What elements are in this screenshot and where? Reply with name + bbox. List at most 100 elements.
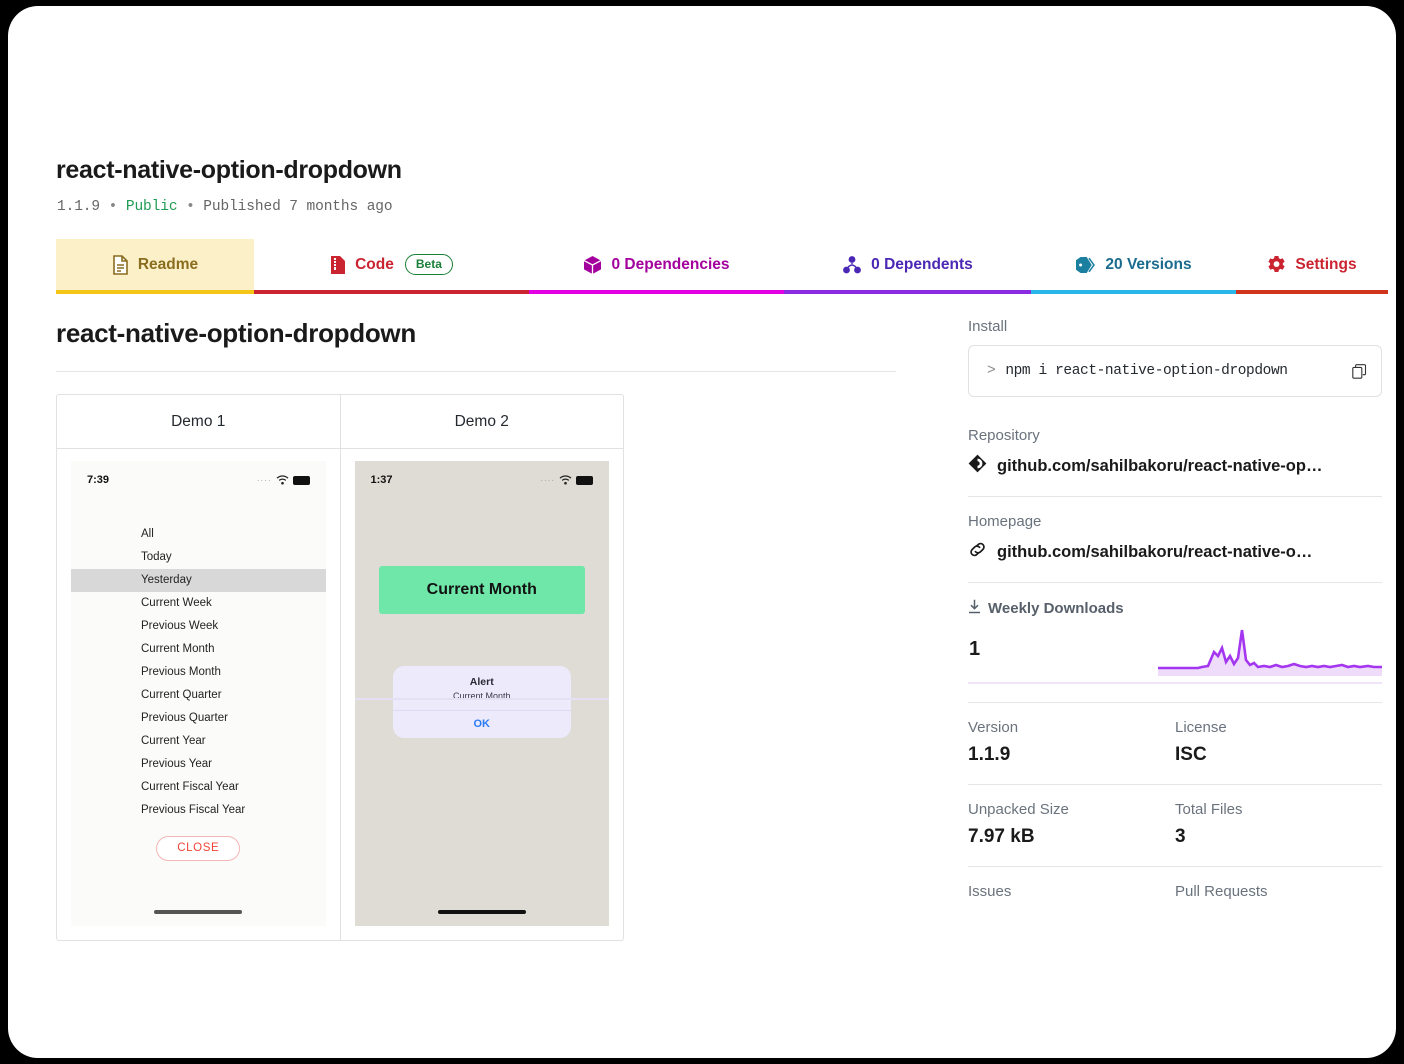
tab-readme-underline xyxy=(56,290,254,294)
demo2-status-icons: ···· xyxy=(540,475,593,485)
version-label: Version xyxy=(968,719,1019,736)
demo1-option-item[interactable]: Yesterday xyxy=(71,569,326,592)
unpacked-size-label: Unpacked Size xyxy=(968,801,1069,818)
unpacked-size-block: Unpacked Size 7.97 kB xyxy=(968,801,1175,848)
demo2-phone-screenshot: 1:37 ···· Current Month Alert Current Mo… xyxy=(354,461,610,926)
total-files-label: Total Files xyxy=(1175,801,1243,818)
homepage-url: github.com/sahilbakoru/react-native-o… xyxy=(997,542,1313,561)
readme-content: react-native-option-dropdown Demo 1 Demo… xyxy=(56,318,896,941)
tab-code[interactable]: Code Beta xyxy=(254,239,529,294)
tab-dependents-label: 0 Dependents xyxy=(871,255,973,273)
tag-icon xyxy=(1075,256,1096,274)
pull-requests-label: Pull Requests xyxy=(1175,883,1268,900)
demo1-phone-screenshot: 7:39 ···· All Today Yesterday Current Week P… xyxy=(71,461,326,926)
license-label: License xyxy=(1175,719,1227,736)
tab-settings[interactable]: Settings xyxy=(1236,239,1388,294)
tab-readme-label: Readme xyxy=(137,255,199,273)
demo1-option-item[interactable]: Previous Week xyxy=(71,615,326,638)
signal-icon: ···· xyxy=(540,475,555,485)
demo1-option-item[interactable]: Current Fiscal Year xyxy=(71,776,326,799)
version-block: Version 1.1.9 xyxy=(968,719,1175,766)
demo-table: Demo 1 Demo 2 7:39 ···· All Today Yester… xyxy=(56,394,624,941)
sidebar-divider-4 xyxy=(968,784,1382,785)
code-file-icon xyxy=(330,255,346,275)
tab-bar: Readme Code Beta 0 Dependencies 0 Depend… xyxy=(56,239,1388,294)
demo1-status-icons: ···· xyxy=(257,475,310,485)
weekly-downloads-chart-area: 1 xyxy=(968,622,1382,684)
total-files-block: Total Files 3 xyxy=(1175,801,1382,848)
readme-doc-icon xyxy=(112,254,129,275)
battery-icon xyxy=(292,475,310,485)
copy-icon[interactable] xyxy=(1352,363,1367,379)
demo1-home-indicator xyxy=(154,910,243,914)
demo-table-body-row: 7:39 ···· All Today Yesterday Current Week P… xyxy=(57,449,623,940)
tab-dependents[interactable]: 0 Dependents xyxy=(784,239,1031,294)
tab-versions[interactable]: 20 Versions xyxy=(1031,239,1236,294)
demo1-option-item[interactable]: Current Week xyxy=(71,592,326,615)
demo1-option-item[interactable]: All xyxy=(71,523,326,546)
repository-section: Repository github.com/sahilbakoru/react-… xyxy=(968,427,1382,478)
tab-versions-underline xyxy=(1031,290,1236,294)
sidebar-divider-5 xyxy=(968,866,1382,867)
npm-package-page: react-native-option-dropdown 1.1.9 • Pub… xyxy=(8,6,1396,1058)
license-value: ISC xyxy=(1175,744,1207,765)
sidebar-divider-2 xyxy=(968,582,1382,583)
published-date: Published 7 months ago xyxy=(203,199,393,215)
signal-icon: ···· xyxy=(256,475,272,485)
issues-pulls-row: Issues Pull Requests xyxy=(968,883,1382,908)
demo1-option-list[interactable]: All Today Yesterday Current Week Previous We… xyxy=(71,523,326,861)
demo1-status-time: 7:39 xyxy=(87,474,110,486)
demo1-option-item[interactable]: Current Quarter xyxy=(71,684,326,707)
meta-separator-1: • xyxy=(108,199,118,215)
cube-icon xyxy=(583,255,602,275)
homepage-section: Homepage github.com/sahilbakoru/react-na… xyxy=(968,513,1382,564)
battery-icon xyxy=(576,475,593,485)
demo-cell-1: 7:39 ···· All Today Yesterday Current Week P… xyxy=(57,449,341,940)
alert-seam-line xyxy=(354,698,609,700)
tab-code-underline xyxy=(254,290,529,294)
version-license-row: Version 1.1.9 License ISC xyxy=(968,719,1382,766)
size-files-row: Unpacked Size 7.97 kB Total Files 3 xyxy=(968,801,1382,848)
wifi-icon xyxy=(276,475,288,485)
demo-table-header-1: Demo 1 xyxy=(57,395,341,449)
dependents-icon xyxy=(842,255,862,275)
tab-readme[interactable]: Readme xyxy=(56,239,254,294)
tab-settings-underline xyxy=(1236,290,1388,294)
demo1-close-button[interactable]: CLOSE xyxy=(156,836,241,861)
beta-badge: Beta xyxy=(404,254,453,275)
demo2-current-month-button[interactable]: Current Month xyxy=(378,566,585,614)
demo2-alert-dialog: Alert Current Month OK xyxy=(354,666,609,738)
tab-settings-label: Settings xyxy=(1295,255,1357,273)
sidebar-divider-1 xyxy=(968,496,1382,497)
link-icon xyxy=(968,540,987,564)
github-icon xyxy=(968,454,987,478)
demo2-status-time: 1:37 xyxy=(370,474,393,486)
install-command-box[interactable]: > npm i react-native-option-dropdown xyxy=(968,345,1382,397)
tab-dependents-underline xyxy=(784,290,1031,294)
tab-code-label: Code xyxy=(355,255,394,273)
install-prompt: > xyxy=(987,363,996,379)
demo2-alert-title: Alert xyxy=(469,676,494,688)
demo1-option-item[interactable]: Previous Fiscal Year xyxy=(71,799,326,822)
package-meta: 1.1.9 • Public • Published 7 months ago xyxy=(57,199,393,215)
homepage-link[interactable]: github.com/sahilbakoru/react-native-o… xyxy=(968,540,1382,564)
demo2-alert-ok-button[interactable]: OK xyxy=(393,711,572,738)
demo1-option-item[interactable]: Today xyxy=(71,546,326,569)
pull-requests-block: Pull Requests xyxy=(1175,883,1382,908)
tab-versions-label: 20 Versions xyxy=(1105,255,1192,273)
issues-label: Issues xyxy=(968,883,1012,900)
demo1-option-item[interactable]: Previous Month xyxy=(71,661,326,684)
demo1-option-item[interactable]: Previous Quarter xyxy=(71,707,326,730)
demo2-status-bar: 1:37 ···· xyxy=(355,471,610,489)
demo-table-header-2: Demo 2 xyxy=(340,395,623,449)
demo1-option-item[interactable]: Previous Year xyxy=(71,753,326,776)
package-version: 1.1.9 xyxy=(57,199,101,215)
repository-link[interactable]: github.com/sahilbakoru/react-native-op… xyxy=(968,454,1382,478)
demo1-option-item[interactable]: Current Month xyxy=(71,638,326,661)
tab-dependencies[interactable]: 0 Dependencies xyxy=(529,239,784,294)
demo1-option-item[interactable]: Current Year xyxy=(71,730,326,753)
meta-separator-2: • xyxy=(186,199,195,215)
tab-dependencies-underline xyxy=(529,290,784,294)
version-value: 1.1.9 xyxy=(968,744,1011,765)
weekly-downloads-count: 1 xyxy=(969,638,981,660)
